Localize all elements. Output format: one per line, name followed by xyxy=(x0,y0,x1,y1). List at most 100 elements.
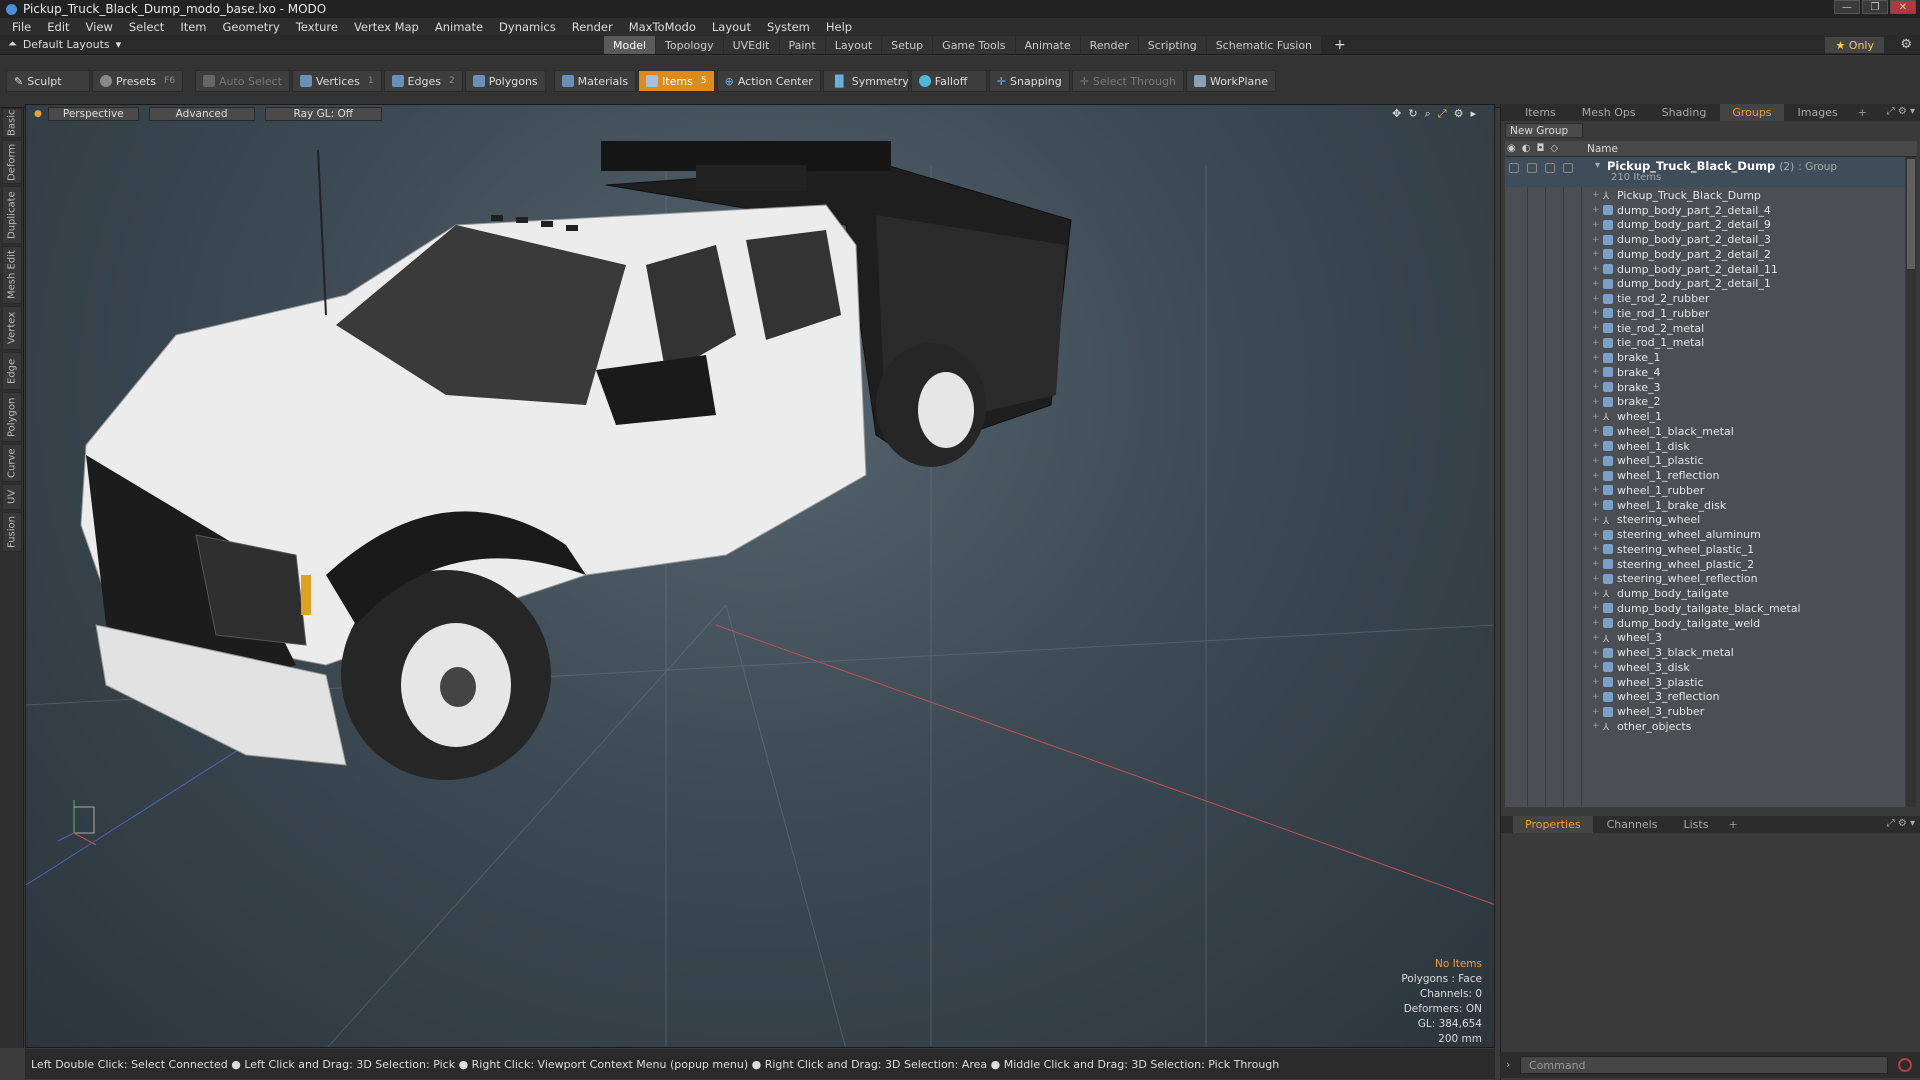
expand-icon[interactable]: + xyxy=(1592,235,1600,245)
snapping-button[interactable]: ✛ Snapping xyxy=(988,70,1070,92)
menu-item-file[interactable]: File xyxy=(4,20,39,34)
expand-icon[interactable]: + xyxy=(1592,190,1600,200)
list-item[interactable]: + brake_1 xyxy=(1505,350,1905,365)
gear-icon[interactable]: ⚙ xyxy=(1900,37,1912,52)
3d-viewport[interactable]: ● Perspective Advanced Ray GL: Off ✥ ↻ ⌕… xyxy=(25,104,1495,1048)
layout-tab-layout[interactable]: Layout xyxy=(825,36,882,54)
expand-icon[interactable]: + xyxy=(1592,662,1600,672)
polygons-button[interactable]: Polygons xyxy=(464,70,546,92)
list-item[interactable]: + dump_body_part_2_detail_2 xyxy=(1505,247,1905,262)
left-tab-polygon[interactable]: Polygon xyxy=(2,392,22,442)
expand-icon[interactable]: + xyxy=(1592,397,1600,407)
layout-selector[interactable]: ⏶ Default Layouts ▾ xyxy=(8,37,121,51)
list-item[interactable]: + ⅄ dump_body_tailgate xyxy=(1505,586,1905,601)
list-item[interactable]: + tie_rod_1_rubber xyxy=(1505,306,1905,321)
expand-icon[interactable]: + xyxy=(1592,677,1600,687)
list-item[interactable]: + dump_body_part_2_detail_11 xyxy=(1505,262,1905,277)
expand-icon[interactable]: + xyxy=(1592,648,1600,658)
list-item[interactable]: + wheel_1_reflection xyxy=(1505,468,1905,483)
expand-icon[interactable]: + xyxy=(1592,589,1600,599)
menu-item-layout[interactable]: Layout xyxy=(704,20,759,34)
group-row[interactable]: ▾ Pickup_Truck_Black_Dump (2) : Group 21… xyxy=(1505,157,1905,187)
panel-tab-images[interactable]: Images xyxy=(1786,104,1850,121)
panel-tab-add-button[interactable]: + xyxy=(1852,104,1873,121)
panel-tab-options-icon[interactable]: ⤢ ⚙ ▾ xyxy=(1887,106,1915,117)
list-item[interactable]: + dump_body_part_2_detail_4 xyxy=(1505,203,1905,218)
menu-item-system[interactable]: System xyxy=(759,20,818,34)
expand-icon[interactable]: + xyxy=(1592,220,1600,230)
scrollbar-thumb[interactable] xyxy=(1907,159,1915,269)
presets-button[interactable]: Presets F6 xyxy=(92,70,183,92)
expand-icon[interactable]: + xyxy=(1592,264,1600,274)
falloff-button[interactable]: Falloff xyxy=(910,70,987,92)
menu-item-texture[interactable]: Texture xyxy=(288,20,346,34)
expand-icon[interactable]: + xyxy=(1592,441,1600,451)
layout-tab-model[interactable]: Model xyxy=(604,36,656,54)
expand-arrow-icon[interactable]: ▸ xyxy=(1470,107,1476,121)
viewport-gear-icon[interactable]: ⚙ xyxy=(1454,107,1464,121)
zoom-icon[interactable]: ⌕ xyxy=(1425,107,1431,121)
list-item[interactable]: + tie_rod_2_metal xyxy=(1505,321,1905,336)
maximize-button[interactable]: ❐ xyxy=(1862,0,1888,14)
eye-icon[interactable]: ◉ xyxy=(1507,143,1516,154)
menu-item-render[interactable]: Render xyxy=(564,20,621,34)
action-center-button[interactable]: ⊕ Action Center xyxy=(716,70,821,92)
left-tab-vertex[interactable]: Vertex xyxy=(2,306,22,350)
list-item[interactable]: + wheel_3_plastic xyxy=(1505,675,1905,690)
move-view-icon[interactable]: ✥ xyxy=(1392,107,1401,121)
menu-item-animate[interactable]: Animate xyxy=(427,20,491,34)
list-item[interactable]: + dump_body_part_2_detail_3 xyxy=(1505,232,1905,247)
expand-icon[interactable]: + xyxy=(1592,485,1600,495)
expand-icon[interactable]: + xyxy=(1592,618,1600,628)
expand-icon[interactable]: + xyxy=(1592,353,1600,363)
viewport-menu-icon[interactable]: ● xyxy=(34,109,42,121)
prop-tab-lists[interactable]: Lists xyxy=(1672,816,1721,833)
layout-tab-animate[interactable]: Animate xyxy=(1015,36,1080,54)
list-item[interactable]: + wheel_1_black_metal xyxy=(1505,424,1905,439)
left-tab-duplicate[interactable]: Duplicate xyxy=(2,186,22,244)
expand-icon[interactable]: + xyxy=(1592,338,1600,348)
left-tab-mesh-edit[interactable]: Mesh Edit xyxy=(2,246,22,304)
menu-item-dynamics[interactable]: Dynamics xyxy=(491,20,564,34)
expand-icon[interactable]: + xyxy=(1592,412,1600,422)
name-column-header[interactable]: Name xyxy=(1587,143,1618,155)
list-item[interactable]: + wheel_3_black_metal xyxy=(1505,645,1905,660)
list-item[interactable]: + ⅄ wheel_1 xyxy=(1505,409,1905,424)
expand-icon[interactable]: + xyxy=(1592,294,1600,304)
list-item[interactable]: + steering_wheel_aluminum xyxy=(1505,527,1905,542)
expand-icon[interactable]: + xyxy=(1592,367,1600,377)
select-through-button[interactable]: ✛ Select Through xyxy=(1071,70,1184,92)
expand-icon[interactable]: + xyxy=(1592,426,1600,436)
list-item[interactable]: + tie_rod_2_rubber xyxy=(1505,291,1905,306)
layout-tab-scripting[interactable]: Scripting xyxy=(1138,36,1206,54)
left-tab-deform[interactable]: Deform xyxy=(2,140,22,184)
list-item[interactable]: + wheel_1_rubber xyxy=(1505,483,1905,498)
lock-icon[interactable]: ◘ xyxy=(1536,143,1544,154)
list-item[interactable]: + wheel_1_plastic xyxy=(1505,454,1905,469)
prop-tab-add-button[interactable]: + xyxy=(1722,816,1743,833)
expand-icon[interactable]: + xyxy=(1592,574,1600,584)
prop-tab-properties[interactable]: Properties xyxy=(1513,816,1593,833)
expand-icon[interactable]: + xyxy=(1592,707,1600,717)
layout-tab-uvedit[interactable]: UVEdit xyxy=(723,36,779,54)
list-item[interactable]: + brake_4 xyxy=(1505,365,1905,380)
menu-item-item[interactable]: Item xyxy=(172,20,214,34)
add-tab-button[interactable]: + xyxy=(1334,37,1346,53)
list-item[interactable]: + steering_wheel_plastic_2 xyxy=(1505,557,1905,572)
list-item[interactable]: + ⅄ wheel_3 xyxy=(1505,631,1905,646)
list-item[interactable]: + wheel_3_disk xyxy=(1505,660,1905,675)
expand-icon[interactable]: + xyxy=(1592,559,1600,569)
menu-item-select[interactable]: Select xyxy=(121,20,172,34)
list-item[interactable]: + ⅄ Pickup_Truck_Black_Dump xyxy=(1505,188,1905,203)
raygl-button[interactable]: Ray GL: Off xyxy=(264,107,382,121)
expand-icon[interactable]: + xyxy=(1592,249,1600,259)
list-item[interactable]: + brake_2 xyxy=(1505,395,1905,410)
select-icon[interactable]: ◇ xyxy=(1550,143,1558,154)
command-input[interactable]: Command xyxy=(1520,1056,1888,1074)
menu-item-help[interactable]: Help xyxy=(818,20,860,34)
layout-tab-topology[interactable]: Topology xyxy=(656,36,723,54)
layout-tab-render[interactable]: Render xyxy=(1080,36,1138,54)
minimize-button[interactable]: — xyxy=(1834,0,1860,14)
list-item[interactable]: + ⅄ other_objects xyxy=(1505,719,1905,734)
layout-tab-setup[interactable]: Setup xyxy=(882,36,933,54)
